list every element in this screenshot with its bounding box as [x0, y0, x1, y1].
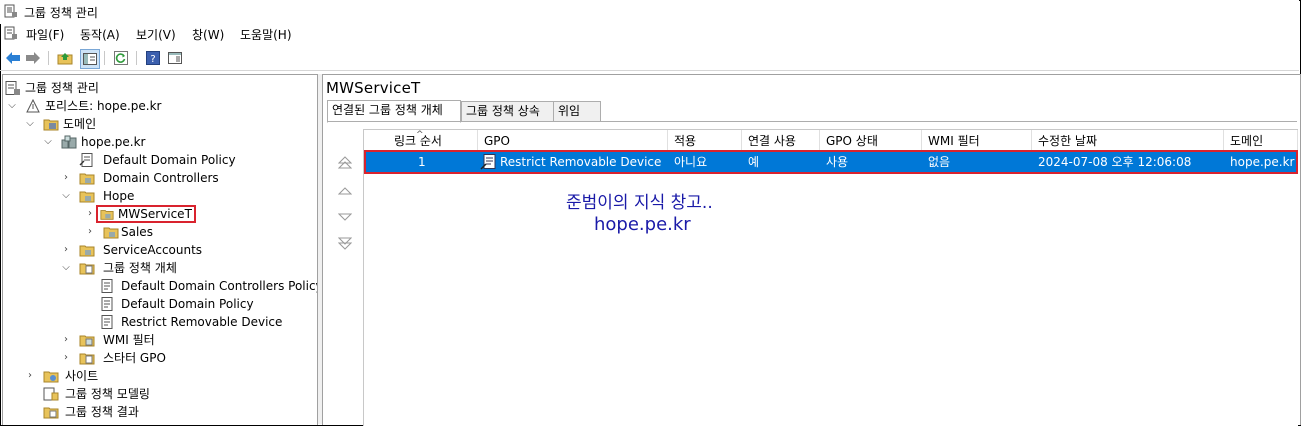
tree-label: 그룹 정책 개체: [103, 261, 177, 275]
tree-label: 그룹 정책 모델링: [65, 387, 150, 401]
tree-label: Hope: [103, 189, 135, 203]
tree-label: Restrict Removable Device: [121, 315, 283, 329]
chevron-right-icon[interactable]: ›: [61, 169, 71, 187]
tree-label: 그룹 정책 결과: [65, 405, 139, 419]
tree-label: ServiceAccounts: [103, 243, 203, 257]
forward-icon[interactable]: [24, 49, 42, 67]
chevron-down-icon[interactable]: ⌵: [61, 259, 71, 277]
move-up-icon[interactable]: [335, 183, 355, 199]
forest-icon: [26, 99, 40, 113]
gpo-icon: [101, 297, 113, 311]
chevron-down-icon[interactable]: ⌵: [7, 97, 17, 115]
gpo-icon: [101, 279, 113, 293]
tab-delegation[interactable]: 위임: [553, 101, 601, 122]
toolbar: ?: [0, 46, 1299, 71]
chevron-right-icon[interactable]: ›: [61, 349, 71, 367]
tree-label: Sales: [121, 225, 153, 239]
gpmc-app-icon: [4, 4, 17, 18]
menu-window[interactable]: 창(W): [192, 26, 224, 43]
chevron-right-icon[interactable]: ›: [25, 367, 35, 385]
row-highlight-box: [364, 150, 1298, 174]
results-icon: [43, 407, 59, 419]
tree-label: 포리스트: hope.pe.kr: [45, 99, 162, 113]
menu-bar: 파일(F) 동작(A) 보기(V) 창(W) 도움말(H): [0, 24, 1299, 44]
toolbar-separator: [48, 51, 49, 65]
watermark-line-2: hope.pe.kr: [594, 214, 691, 235]
details-title: MWServiceT: [326, 79, 421, 97]
tab-inheritance[interactable]: 그룹 정책 상속: [461, 101, 555, 122]
tree-label: Default Domain Controllers Policy: [121, 279, 318, 293]
column-header-link-order[interactable]: ^ 링크 순서: [364, 130, 478, 152]
ou-folder-icon: [100, 210, 114, 220]
details-pane: MWServiceT 연결된 그룹 정책 개체 그룹 정책 상속 위임 ^ 링크…: [322, 74, 1301, 426]
menu-view[interactable]: 보기(V): [136, 26, 176, 43]
tree-label: 도메인: [63, 117, 97, 131]
move-top-icon[interactable]: [335, 155, 355, 171]
starter-gpo-folder-icon: [79, 353, 95, 365]
tree-label: Default Domain Policy: [103, 153, 236, 167]
toolbar-separator: [104, 51, 105, 65]
selected-node-highlight: MWServiceT: [96, 205, 196, 223]
tree-label: WMI 필터: [103, 333, 155, 347]
show-hide-tree-icon[interactable]: [80, 49, 100, 69]
column-header-link-enabled[interactable]: 연결 사용: [742, 130, 820, 152]
system-menu-icon[interactable]: [4, 26, 18, 40]
ou-folder-icon: [79, 173, 95, 185]
tree-label: 그룹 정책 관리: [25, 81, 99, 95]
tree-label: 사이트: [65, 369, 99, 383]
sites-icon: [43, 371, 59, 383]
up-folder-icon[interactable]: [56, 49, 74, 67]
menu-help[interactable]: 도움말(H): [240, 26, 292, 43]
window-title: 그룹 정책 관리: [24, 6, 98, 20]
menu-file[interactable]: 파일(F): [26, 26, 64, 43]
chevron-down-icon[interactable]: ⌵: [61, 187, 71, 205]
chevron-down-icon[interactable]: ⌵: [25, 115, 35, 133]
tab-linked-gpos[interactable]: 연결된 그룹 정책 개체: [327, 100, 461, 123]
linked-gpo-list: ^ 링크 순서 GPO 적용 연결 사용 GPO 상태 WMI 필터 수정한 날…: [363, 129, 1298, 426]
tree-label: Default Domain Policy: [121, 297, 254, 311]
modeling-icon: [43, 387, 59, 401]
tree-label: Domain Controllers: [103, 171, 219, 185]
gpo-link-icon: [79, 153, 93, 167]
help-icon[interactable]: ?: [144, 49, 162, 67]
wmi-folder-icon: [79, 335, 95, 347]
sort-ascending-icon: ^: [416, 130, 424, 140]
watermark-line-1: 준범이의 지식 창고..: [566, 193, 713, 213]
chevron-down-icon[interactable]: ⌵: [43, 133, 53, 151]
svg-text:?: ?: [150, 54, 155, 65]
gpmc-root-icon: [5, 81, 20, 95]
chevron-right-icon[interactable]: ›: [85, 205, 95, 223]
refresh-icon[interactable]: [112, 49, 130, 67]
ou-folder-icon: [79, 191, 95, 203]
ou-folder-icon: [103, 227, 119, 239]
chevron-right-icon[interactable]: ›: [61, 331, 71, 349]
chevron-right-icon[interactable]: ›: [85, 223, 95, 241]
chevron-right-icon[interactable]: ›: [61, 241, 71, 259]
column-header-wmi-filter[interactable]: WMI 필터: [922, 130, 1032, 152]
title-bar: 그룹 정책 관리: [0, 0, 1299, 24]
move-bottom-icon[interactable]: [335, 235, 355, 251]
column-header-gpo-status[interactable]: GPO 상태: [820, 130, 922, 152]
ou-folder-icon: [79, 245, 95, 257]
column-header-gpo[interactable]: GPO: [478, 130, 668, 152]
menu-action[interactable]: 동작(A): [80, 26, 120, 43]
domain-icon: [61, 135, 77, 149]
gpo-folder-icon: [79, 263, 95, 275]
tab-divider: [327, 121, 1297, 122]
column-header-modified[interactable]: 수정한 날짜: [1032, 130, 1224, 152]
move-down-icon[interactable]: [335, 209, 355, 225]
properties-icon[interactable]: [166, 49, 184, 67]
toolbar-separator: [136, 51, 137, 65]
tree-label: hope.pe.kr: [81, 135, 146, 149]
tree-label: 스타터 GPO: [103, 351, 166, 365]
gpo-icon: [101, 315, 113, 329]
column-header-enforced[interactable]: 적용: [668, 130, 742, 152]
column-header-domain[interactable]: 도메인: [1224, 130, 1298, 152]
console-tree: 그룹 정책 관리 ⌵ 포리스트: hope.pe.kr ⌵ 도메인 ⌵ hope…: [2, 74, 318, 425]
domains-folder-icon: [43, 119, 59, 131]
back-icon[interactable]: [4, 49, 22, 67]
